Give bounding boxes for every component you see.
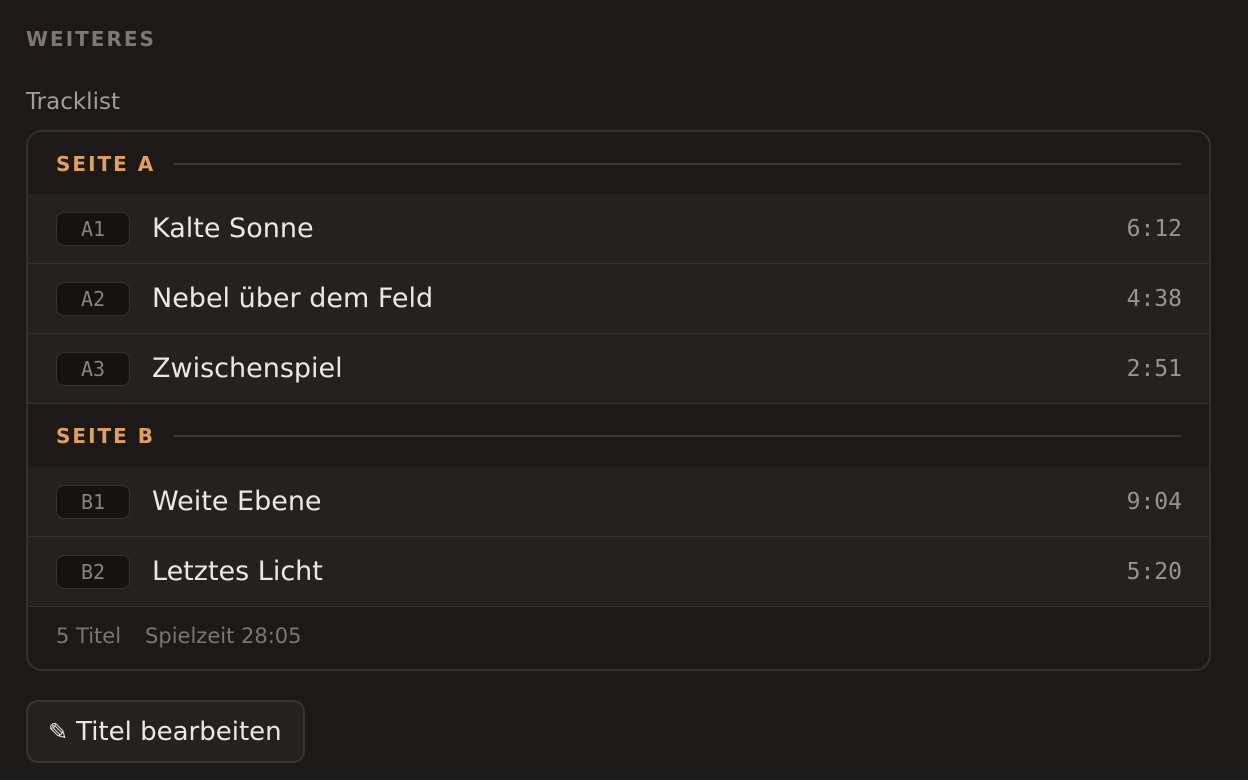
tracklist-panel: SEITE A A1 Kalte Sonne 6:12 A2 Nebel übe… <box>26 130 1211 671</box>
track-row[interactable]: A1 Kalte Sonne 6:12 <box>28 194 1209 264</box>
side-label: SEITE B <box>56 424 156 448</box>
track-duration: 5:20 <box>1126 558 1182 585</box>
track-position-badge: A1 <box>56 211 130 246</box>
track-position-badge: B1 <box>56 484 130 519</box>
track-position-badge: A2 <box>56 281 130 316</box>
track-duration: 2:51 <box>1126 355 1182 382</box>
pencil-icon: ✎ <box>48 717 69 746</box>
track-duration: 6:12 <box>1126 215 1182 242</box>
track-position-badge: B2 <box>56 554 130 589</box>
total-runtime: Spielzeit 28:05 <box>145 624 302 648</box>
track-duration: 4:38 <box>1126 285 1182 312</box>
tracklist-label: Tracklist <box>26 89 120 115</box>
track-row[interactable]: A2 Nebel über dem Feld 4:38 <box>28 264 1209 334</box>
side-divider <box>173 163 1182 165</box>
track-title: Nebel über dem Feld <box>152 282 434 314</box>
track-title: Letztes Licht <box>152 555 323 587</box>
side-header-b: SEITE B <box>28 406 1209 466</box>
track-title: Zwischenspiel <box>152 352 343 384</box>
track-row[interactable]: B1 Weite Ebene 9:04 <box>28 467 1209 537</box>
track-position-badge: A3 <box>56 351 130 386</box>
side-divider <box>173 435 1182 437</box>
side-label: SEITE A <box>56 152 156 176</box>
edit-titles-button[interactable]: ✎ Titel bearbeiten <box>26 700 305 763</box>
track-count: 5 Titel <box>56 624 122 648</box>
track-row[interactable]: B2 Letztes Licht 5:20 <box>28 537 1209 607</box>
track-title: Kalte Sonne <box>152 212 314 244</box>
tracklist-summary: 5 Titel Spielzeit 28:05 <box>56 624 302 648</box>
section-heading: WEITERES <box>26 27 156 51</box>
track-duration: 9:04 <box>1126 488 1182 515</box>
edit-titles-label: Titel bearbeiten <box>76 716 282 747</box>
track-row[interactable]: A3 Zwischenspiel 2:51 <box>28 334 1209 404</box>
track-title: Weite Ebene <box>152 485 322 517</box>
side-header-a: SEITE A <box>28 134 1209 194</box>
